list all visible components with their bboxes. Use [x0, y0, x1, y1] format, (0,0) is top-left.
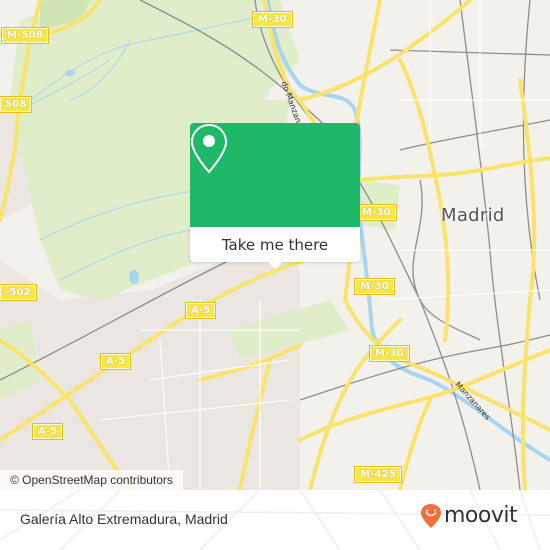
- popup-header: [190, 123, 360, 227]
- road-label-m30-bottom: M-30: [369, 345, 410, 362]
- moovit-brand[interactable]: moovit: [420, 503, 518, 529]
- road-label-m508-left: 508: [0, 96, 33, 113]
- map-attribution[interactable]: © OpenStreetMap contributors: [0, 470, 183, 490]
- road-label-m502: -502: [0, 284, 37, 301]
- road-label-m30-mid: M-30: [356, 204, 397, 221]
- place-name: Galería Alto Extremadura, Madrid: [20, 511, 228, 527]
- road-label-m30-top: M-30: [252, 11, 293, 28]
- popup-pointer: [267, 261, 283, 269]
- road-label-a5-left: A-5: [31, 423, 64, 440]
- footer-bar: Galería Alto Extremadura, Madrid moovit: [0, 490, 550, 550]
- road-label-a5-upper: A-5: [184, 302, 217, 319]
- location-popup: Take me there: [190, 123, 360, 269]
- moovit-logo-icon: [421, 504, 441, 528]
- moovit-wordmark: moovit: [444, 503, 518, 528]
- city-label: Madrid: [441, 205, 505, 226]
- map-view[interactable]: M-508 508 M-30 M-30 M-30 M-30 -502 A-5 A…: [0, 0, 550, 490]
- road-label-m508-top: M-508: [1, 27, 49, 44]
- location-pin-icon: [190, 123, 228, 174]
- road-label-a5-lower: A-5: [99, 353, 132, 370]
- road-label-m30-right: M-30: [354, 278, 395, 295]
- take-me-there-button[interactable]: Take me there: [190, 227, 360, 262]
- road-label-m425: M-425: [354, 466, 402, 483]
